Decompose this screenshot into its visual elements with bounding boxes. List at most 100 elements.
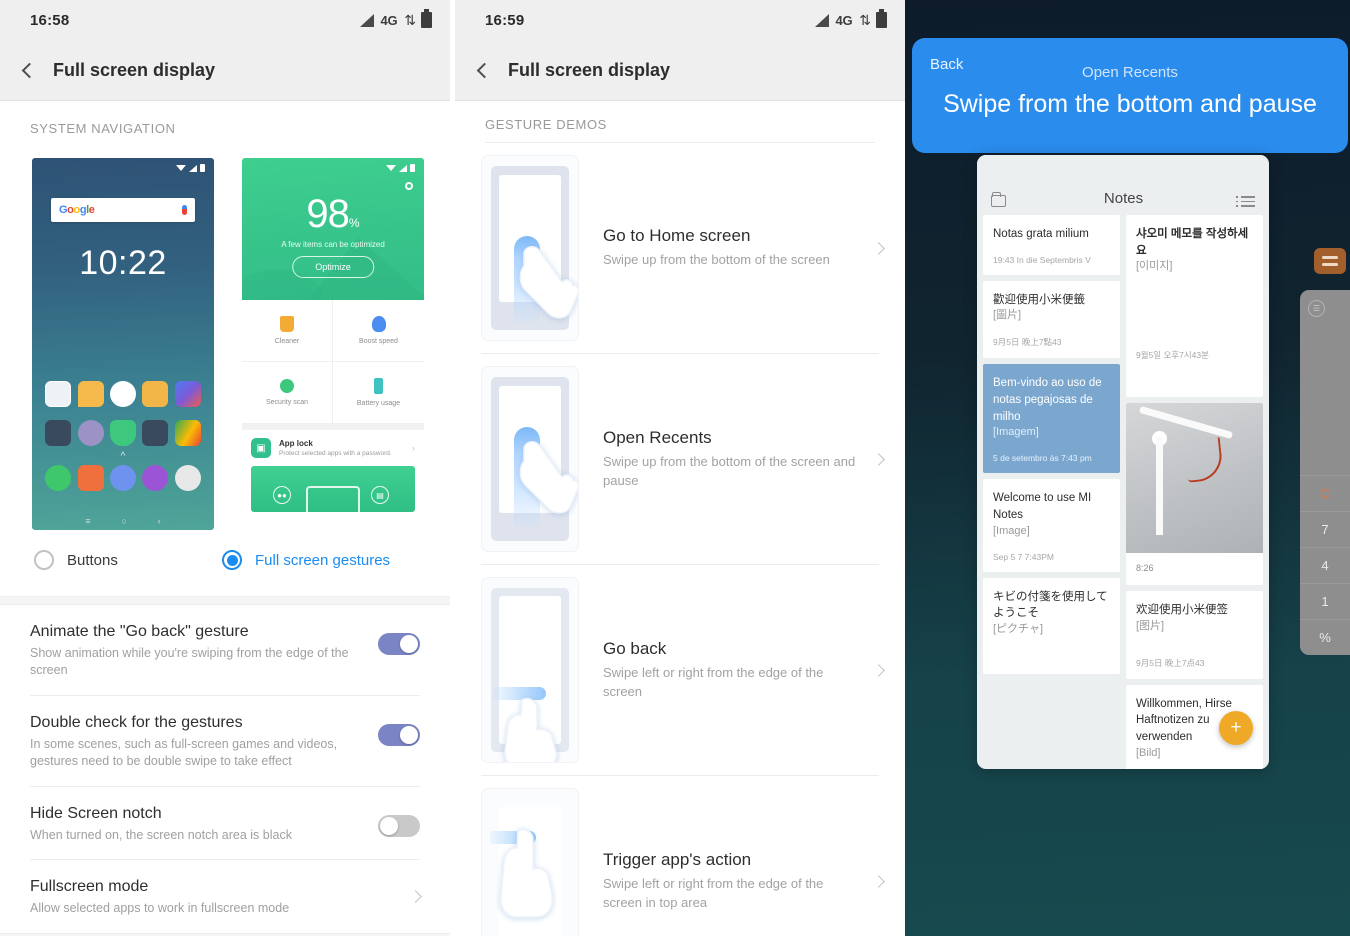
note-date: 5 de setembro às 7:43 pm [993, 453, 1092, 464]
app-row-3 [32, 465, 214, 491]
browser-icon[interactable] [109, 465, 136, 491]
note-item[interactable]: 歡迎使用小米便籤 [圖片] 9月5日 晚上7點43 [983, 280, 1120, 359]
demo-subtitle: Swipe up from the bottom of the screen a… [603, 454, 856, 488]
app-lock-subtitle: Protect selected apps with a password. [279, 450, 392, 457]
microphone-icon[interactable] [182, 205, 187, 215]
note-item[interactable]: Notas grata milium 19:43 In die Septembr… [983, 215, 1120, 275]
gesture-demo-go-back[interactable]: Go back Swipe left or right from the edg… [455, 565, 905, 775]
mi-mover-icon[interactable] [174, 381, 201, 407]
phone-icon[interactable] [45, 465, 72, 491]
toggle-hide-notch[interactable] [378, 814, 420, 837]
app-drawer-caret-icon[interactable]: ^ [32, 452, 214, 462]
setting-animate-go-back[interactable]: Animate the "Go back" gesture Show anima… [0, 605, 450, 695]
calc-key-7[interactable]: 7 [1300, 511, 1350, 547]
network-label: 4G [835, 12, 853, 28]
photo-icon: ▤ [371, 486, 389, 504]
recents-card-notes[interactable]: Notes Notas grata milium 19:43 In die Se… [977, 155, 1269, 769]
note-item[interactable]: 샤오미 메모를 작성하세요 [이미지] 9월5일 오후7시43분 [1126, 215, 1263, 397]
setting-fullscreen-mode[interactable]: Fullscreen mode Allow selected apps to w… [0, 860, 450, 933]
mi-store-icon[interactable] [77, 465, 104, 491]
optimize-button[interactable]: Optimize [292, 256, 374, 278]
back-chevron-icon[interactable] [476, 62, 493, 78]
optimization-subtitle: A few items can be optimized [281, 240, 385, 249]
calc-key-4[interactable]: 4 [1300, 547, 1350, 583]
signal-icon [189, 164, 197, 172]
folder-icon[interactable] [991, 192, 1006, 207]
radio-option-buttons[interactable]: Buttons [0, 550, 216, 570]
note-text: Welcome to use MI Notes [993, 492, 1092, 521]
buttons-preview-column[interactable]: Google 10:22 ^ ≡ ○ ‹ [32, 158, 214, 530]
play-store-games-icon[interactable] [109, 381, 136, 407]
note-item[interactable]: キビの付箋を使用してようこそ [ピクチャ] [983, 577, 1120, 674]
chevron-right-icon [872, 874, 885, 888]
page-title: Full screen display [508, 59, 671, 80]
gestures-preview-column[interactable]: 98% A few items can be optimized Optimiz… [242, 158, 424, 530]
calculator-icon[interactable] [1314, 248, 1346, 274]
note-text: キビの付箋を使用してようこそ [993, 590, 1108, 620]
preview-status-icons [386, 164, 415, 172]
demo-title: Go back [603, 639, 667, 659]
recents-card-calculator[interactable]: ☰ C 7 4 1 % [1300, 290, 1350, 655]
nav-bar-preview: ≡ ○ ‹ [32, 516, 214, 526]
app-lock-row[interactable]: ▣ App lock Protect selected apps with a … [242, 430, 424, 466]
note-item[interactable]: Welcome to use MI Notes [Image] Sep 5 7 … [983, 479, 1120, 572]
tile-battery-usage[interactable]: Battery usage [333, 362, 424, 424]
network-label: 4G [380, 12, 398, 28]
tile-boost-speed[interactable]: Boost speed [333, 300, 424, 362]
desk-lamp-photo [1126, 403, 1263, 553]
notes-app-header: Notes [977, 155, 1269, 215]
home-screen-preview[interactable]: Google 10:22 ^ ≡ ○ ‹ [32, 158, 214, 530]
settings-gear-icon[interactable] [77, 420, 104, 446]
house-illustration [306, 486, 360, 512]
apps-grid-icon[interactable] [45, 420, 72, 446]
toggle-animate-go-back[interactable] [378, 633, 420, 655]
battery-icon [410, 164, 415, 172]
promo-banner[interactable]: ●● ▤ [251, 466, 415, 512]
music-icon[interactable] [142, 465, 169, 491]
toggle-double-check[interactable] [378, 723, 420, 746]
pointing-hand-icon [500, 828, 554, 918]
play-store-icon[interactable] [174, 420, 201, 446]
camera-icon[interactable] [174, 465, 201, 491]
google-search-bar[interactable]: Google [51, 198, 195, 222]
full-screen-gesture-preview[interactable]: 98% A few items can be optimized Optimiz… [242, 158, 424, 530]
app-drawer-icon[interactable] [142, 420, 169, 446]
list-view-icon[interactable] [1236, 196, 1255, 207]
add-note-icon[interactable]: + [1219, 711, 1253, 745]
note-date: 9월5일 오후7시43분 [1136, 350, 1209, 361]
note-attachment: [Imagem] [993, 426, 1039, 439]
setting-double-check-gestures[interactable]: Double check for the gestures In some sc… [0, 696, 450, 786]
gallery-icon[interactable] [45, 381, 72, 407]
back-chevron-icon[interactable] [21, 62, 38, 78]
note-text: 歡迎使用小米便籤 [993, 293, 1085, 306]
radio-indicator-on[interactable] [222, 550, 242, 570]
tile-security-scan[interactable]: Security scan [242, 362, 333, 424]
security-shield-icon[interactable] [109, 420, 136, 446]
radio-option-full-screen-gestures[interactable]: Full screen gestures [216, 550, 390, 570]
gesture-demo-go-to-home[interactable]: Go to Home screen Swipe up from the bott… [455, 143, 905, 353]
battery-full-icon [421, 9, 432, 28]
setting-hide-screen-notch[interactable]: Hide Screen notch When turned on, the sc… [0, 787, 450, 860]
radio-indicator-off[interactable] [34, 550, 54, 570]
tile-cleaner[interactable]: Cleaner [242, 300, 333, 362]
wifi-icon [386, 165, 396, 171]
note-item[interactable]: 欢迎使用小米便签 [图片] 9月5日 晚上7点43 [1126, 591, 1263, 679]
notes-app-title: Notes [1103, 190, 1144, 207]
rocket-icon [371, 316, 386, 332]
hand-icon [519, 245, 578, 319]
calc-key-percent[interactable]: % [1300, 619, 1350, 655]
gesture-demo-open-recents[interactable]: Open Recents Swipe up from the bottom of… [455, 354, 905, 564]
gesture-demo-trigger-app-action[interactable]: Trigger app's action Swipe left or right… [455, 776, 905, 936]
settings-gear-icon[interactable] [405, 182, 413, 190]
lock-icon: ▣ [251, 438, 271, 458]
file-manager-icon[interactable] [142, 381, 169, 407]
calc-key-1[interactable]: 1 [1300, 583, 1350, 619]
note-item-photo[interactable]: 8:26 [1126, 403, 1263, 585]
back-icon: ‹ [157, 516, 161, 526]
calc-key-clear[interactable]: C [1300, 475, 1350, 511]
status-bar: 16:59 4G ⇅ [455, 0, 905, 40]
setting-title: Double check for the gestures [30, 713, 243, 731]
notes-icon[interactable] [77, 381, 104, 407]
swipe-up-home-thumb [481, 155, 579, 341]
note-item-selected[interactable]: Bem-vindo ao uso de notas pegajosas de m… [983, 364, 1120, 474]
